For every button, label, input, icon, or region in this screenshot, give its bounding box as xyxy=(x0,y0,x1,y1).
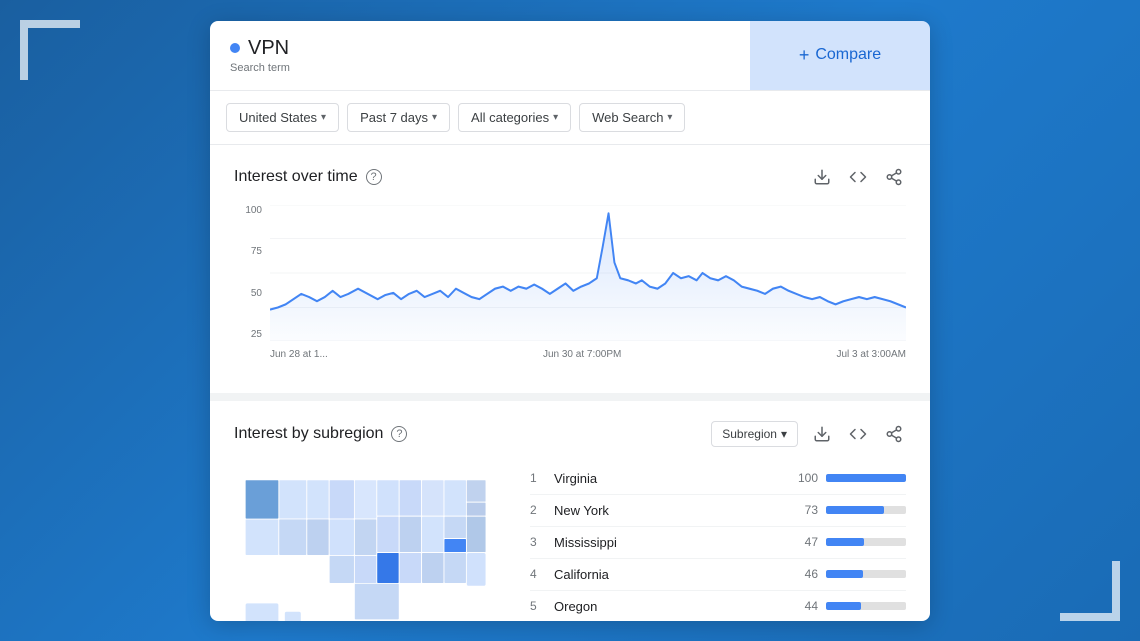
search-term-dot xyxy=(230,43,240,53)
ranking-row: 2 New York 73 xyxy=(530,495,906,527)
rank-bar xyxy=(826,538,864,546)
section-title-row-ibs: Interest by subregion ? xyxy=(234,425,407,443)
subregion-filter-btn[interactable]: Subregion ▾ xyxy=(711,421,798,447)
rankings-area: 1 Virginia 100 2 New York 73 3 xyxy=(530,463,906,621)
iot-chart: 100 75 50 25 xyxy=(234,205,906,365)
ranking-row: 4 California 46 xyxy=(530,559,906,591)
filter-period-label: Past 7 days xyxy=(360,110,428,125)
x-label-3: Jul 3 at 3:00AM xyxy=(837,349,906,360)
rank-value: 44 xyxy=(790,599,818,613)
rank-name: Oregon xyxy=(554,599,782,614)
rank-value: 73 xyxy=(790,503,818,517)
chart-y-labels: 100 75 50 25 xyxy=(234,205,266,341)
search-term-box: VPN Search term xyxy=(210,21,750,90)
filter-category[interactable]: All categories ▾ xyxy=(458,103,571,132)
rank-name: California xyxy=(554,567,782,582)
rank-bar-container xyxy=(826,602,906,610)
rank-bar-container xyxy=(826,538,906,546)
search-term-label: Search term xyxy=(230,62,730,74)
ibs-help-icon[interactable]: ? xyxy=(391,426,407,442)
corner-decoration-tl xyxy=(20,20,80,80)
rank-name: Mississippi xyxy=(554,535,782,550)
section-title-row: Interest over time ? xyxy=(234,168,382,186)
download-icon[interactable] xyxy=(810,165,834,189)
y-label-50: 50 xyxy=(234,288,266,299)
rank-num: 4 xyxy=(530,567,546,581)
chevron-icon: ▾ xyxy=(321,112,326,123)
filter-category-label: All categories xyxy=(471,110,549,125)
us-map-area xyxy=(234,463,514,621)
subregion-content: 1 Virginia 100 2 New York 73 3 xyxy=(234,463,906,621)
rank-bar xyxy=(826,506,884,514)
chart-x-labels: Jun 28 at 1... Jun 30 at 7:00PM Jul 3 at… xyxy=(270,345,906,365)
iot-title: Interest over time xyxy=(234,168,358,186)
rank-bar-container xyxy=(826,474,906,482)
ibs-actions: Subregion ▾ xyxy=(711,421,906,447)
section-header-iot: Interest over time ? xyxy=(234,165,906,189)
section-header-ibs: Interest by subregion ? Subregion ▾ xyxy=(234,421,906,447)
share-icon[interactable] xyxy=(882,165,906,189)
search-term-value: VPN xyxy=(230,37,730,60)
filter-country-label: United States xyxy=(239,110,317,125)
chevron-icon: ▾ xyxy=(432,112,437,123)
rank-num: 5 xyxy=(530,599,546,613)
rank-name: New York xyxy=(554,503,782,518)
corner-decoration-br xyxy=(1060,561,1120,621)
iot-help-icon[interactable]: ? xyxy=(366,169,382,185)
filters-bar: United States ▾ Past 7 days ▾ All catego… xyxy=(210,91,930,145)
ranking-row: 3 Mississippi 47 xyxy=(530,527,906,559)
rank-bar-container xyxy=(826,506,906,514)
rank-value: 46 xyxy=(790,567,818,581)
section-divider xyxy=(210,393,930,401)
download-icon-ibs[interactable] xyxy=(810,422,834,446)
chart-area xyxy=(270,205,906,341)
interest-by-subregion-section: Interest by subregion ? Subregion ▾ xyxy=(210,401,930,621)
filter-type[interactable]: Web Search ▾ xyxy=(579,103,685,132)
filter-type-label: Web Search xyxy=(592,110,663,125)
share-icon-ibs[interactable] xyxy=(882,422,906,446)
x-label-1: Jun 28 at 1... xyxy=(270,349,328,360)
chevron-icon: ▾ xyxy=(553,112,558,123)
rank-bar xyxy=(826,570,863,578)
code-icon-ibs[interactable] xyxy=(846,422,870,446)
rank-value: 100 xyxy=(790,471,818,485)
chevron-icon: ▾ xyxy=(667,112,672,123)
iot-actions xyxy=(810,165,906,189)
y-label-100: 100 xyxy=(234,205,266,216)
rank-num: 3 xyxy=(530,535,546,549)
rank-num: 2 xyxy=(530,503,546,517)
subregion-chevron: ▾ xyxy=(781,427,787,441)
rank-name: Virginia xyxy=(554,471,782,486)
compare-box[interactable]: + Compare xyxy=(750,21,930,90)
y-label-75: 75 xyxy=(234,246,266,257)
x-label-2: Jun 30 at 7:00PM xyxy=(543,349,621,360)
ranking-row: 5 Oregon 44 xyxy=(530,591,906,621)
ranking-row: 1 Virginia 100 xyxy=(530,463,906,495)
rank-bar-container xyxy=(826,570,906,578)
rank-bar xyxy=(826,474,906,482)
rank-bar xyxy=(826,602,861,610)
us-map-svg xyxy=(234,463,514,621)
ibs-title: Interest by subregion xyxy=(234,425,383,443)
search-header: VPN Search term + Compare xyxy=(210,21,930,91)
plus-icon: + xyxy=(799,45,810,66)
subregion-filter-label: Subregion xyxy=(722,427,777,441)
filter-period[interactable]: Past 7 days ▾ xyxy=(347,103,450,132)
filter-country[interactable]: United States ▾ xyxy=(226,103,339,132)
search-term-text: VPN xyxy=(248,37,289,60)
main-card: VPN Search term + Compare United States … xyxy=(210,21,930,621)
compare-label: Compare xyxy=(815,46,881,64)
rank-num: 1 xyxy=(530,471,546,485)
y-label-25: 25 xyxy=(234,329,266,340)
chart-svg xyxy=(270,205,906,341)
code-icon[interactable] xyxy=(846,165,870,189)
interest-over-time-section: Interest over time ? xyxy=(210,145,930,393)
rank-value: 47 xyxy=(790,535,818,549)
